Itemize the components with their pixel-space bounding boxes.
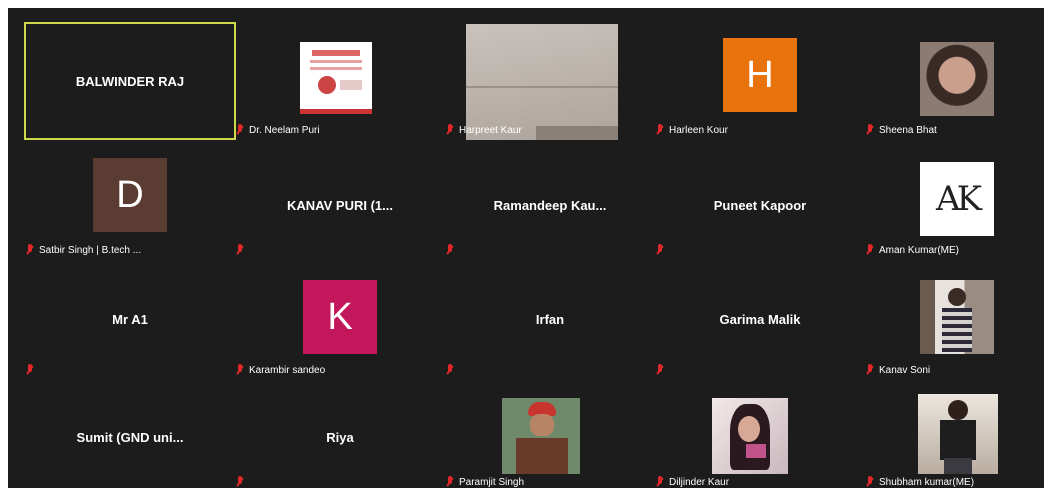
participant-name: Harpreet Kaur — [459, 124, 522, 136]
participant-label: Sheena Bhat — [866, 124, 937, 136]
mic-muted-icon — [656, 364, 665, 376]
participant-tile-shubham-kumar[interactable]: Shubham kumar(ME) — [864, 382, 1049, 488]
participant-video — [918, 394, 998, 474]
participant-label — [236, 244, 249, 256]
participant-video — [502, 398, 580, 474]
participant-label: Satbir Singh | B.tech ... — [26, 244, 141, 256]
mic-muted-icon — [866, 364, 875, 376]
participant-label: Karambir sandeo — [236, 364, 325, 376]
mic-muted-icon — [236, 124, 245, 136]
participant-label: Shubham kumar(ME) — [866, 476, 974, 488]
participant-tile-harpreet-kaur[interactable]: Harpreet Kaur — [444, 22, 656, 140]
participant-label — [26, 364, 39, 376]
participant-name: KANAV PURI (1... — [287, 198, 393, 213]
participant-name: Paramjit Singh — [459, 476, 525, 488]
participant-tile-harleen-kour[interactable]: H Harleen Kour — [654, 22, 866, 140]
participant-tile-aman-kumar[interactable]: AK Aman Kumar(ME) — [864, 142, 1049, 260]
participant-label: Harpreet Kaur — [446, 124, 522, 136]
participant-avatar: D — [93, 158, 167, 232]
mic-muted-icon — [866, 244, 875, 256]
mic-muted-icon — [236, 244, 245, 256]
participant-tile-ramandeep-kaur[interactable]: Ramandeep Kau... — [444, 142, 656, 260]
participant-label — [656, 364, 669, 376]
mic-muted-icon — [656, 244, 665, 256]
participant-video — [920, 42, 994, 116]
participant-name: Ramandeep Kau... — [493, 198, 607, 213]
participant-name: Irfan — [535, 312, 565, 327]
mic-muted-icon — [866, 476, 875, 488]
participant-tile-kanav-puri[interactable]: KANAV PURI (1... — [234, 142, 446, 260]
gallery-view: BALWINDER RAJ Dr. Neelam Puri Harpreet K… — [8, 8, 1044, 488]
participant-video — [300, 42, 372, 114]
participant-name: BALWINDER RAJ — [75, 74, 185, 89]
participant-label: Harleen Kour — [656, 124, 728, 136]
participant-video — [712, 398, 788, 474]
participant-name: Diljinder Kaur — [669, 476, 730, 488]
participant-label — [236, 476, 249, 488]
participant-video — [920, 280, 994, 354]
participant-tile-sumit[interactable]: Sumit (GND uni... — [24, 382, 236, 488]
participant-tile-diljinder-kaur[interactable]: Diljinder Kaur — [654, 382, 866, 488]
participant-avatar: K — [303, 280, 377, 354]
participant-name: Shubham kumar(ME) — [879, 476, 975, 488]
participant-tile-balwinder-raj[interactable]: BALWINDER RAJ — [24, 22, 236, 140]
participant-name: Karambir sandeo — [249, 364, 326, 376]
mic-muted-icon — [866, 124, 875, 136]
participant-label: Aman Kumar(ME) — [866, 244, 959, 256]
participant-tile-puneet-kapoor[interactable]: Puneet Kapoor — [654, 142, 866, 260]
mic-muted-icon — [656, 476, 665, 488]
participant-tile-kanav-soni[interactable]: Kanav Soni — [864, 262, 1049, 380]
mic-muted-icon — [656, 124, 665, 136]
participant-label: Diljinder Kaur — [656, 476, 729, 488]
participant-tile-neelam-puri[interactable]: Dr. Neelam Puri — [234, 22, 446, 140]
participant-name: Harleen Kour — [669, 124, 728, 136]
participant-name: Mr A1 — [112, 312, 148, 327]
participant-label: Paramjit Singh — [446, 476, 524, 488]
participant-avatar: H — [723, 38, 797, 112]
participant-name: Garima Malik — [719, 312, 801, 327]
mic-muted-icon — [446, 476, 455, 488]
participant-tile-satbir-singh[interactable]: D Satbir Singh | B.tech ... — [24, 142, 236, 260]
mic-muted-icon — [26, 364, 35, 376]
mic-muted-icon — [236, 476, 245, 488]
participant-name: Satbir Singh | B.tech ... — [39, 244, 142, 256]
participant-name: Sheena Bhat — [879, 124, 937, 136]
participant-label — [446, 364, 459, 376]
participant-name: Riya — [326, 430, 354, 445]
participant-tile-mr-a1[interactable]: Mr A1 — [24, 262, 236, 380]
mic-muted-icon — [446, 124, 455, 136]
participant-name: Kanav Soni — [879, 364, 931, 376]
participant-tile-sheena-bhat[interactable]: Sheena Bhat — [864, 22, 1049, 140]
participant-video — [466, 24, 618, 140]
participant-name: Aman Kumar(ME) — [879, 244, 960, 256]
participant-tile-riya[interactable]: Riya — [234, 382, 446, 488]
participant-name: Dr. Neelam Puri — [249, 124, 320, 136]
participant-label — [656, 244, 669, 256]
participant-label: Dr. Neelam Puri — [236, 124, 320, 136]
participant-name: Sumit (GND uni... — [76, 430, 184, 445]
participant-tile-irfan[interactable]: Irfan — [444, 262, 656, 380]
mic-muted-icon — [446, 364, 455, 376]
mic-muted-icon — [236, 364, 245, 376]
participant-label — [446, 244, 459, 256]
participant-tile-karambir-sandeo[interactable]: K Karambir sandeo — [234, 262, 446, 380]
mic-muted-icon — [446, 244, 455, 256]
participant-label: Kanav Soni — [866, 364, 930, 376]
participant-tile-paramjit-singh[interactable]: Paramjit Singh — [444, 382, 656, 488]
mic-muted-icon — [26, 244, 35, 256]
participant-logo: AK — [920, 162, 994, 236]
participant-tile-garima-malik[interactable]: Garima Malik — [654, 262, 866, 380]
participant-name: Puneet Kapoor — [713, 198, 807, 213]
